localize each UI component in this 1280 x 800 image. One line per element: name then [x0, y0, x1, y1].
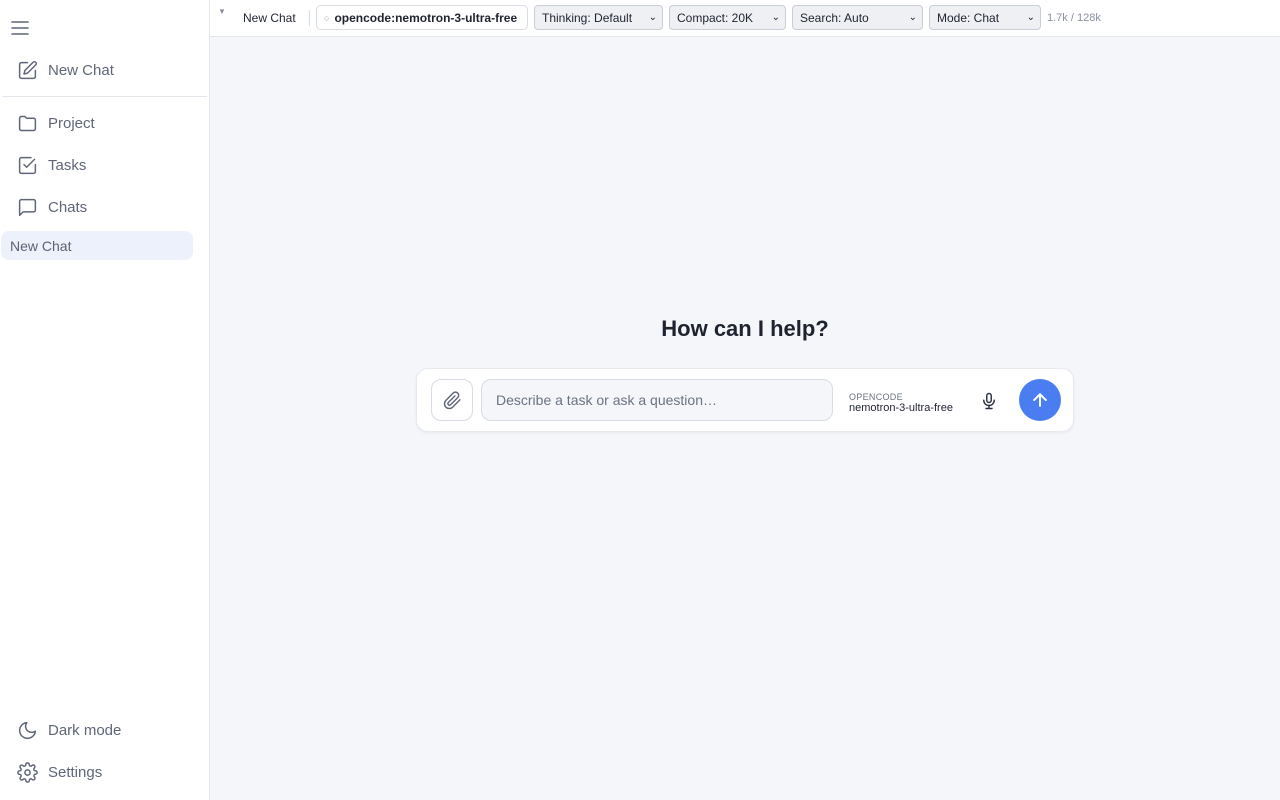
send-button[interactable]: [1019, 379, 1061, 421]
mode-value: Mode: Chat: [937, 10, 1000, 25]
sidebar: New Chat Project Tasks Chats New Chat Da…: [0, 0, 210, 800]
edit-icon: [18, 60, 37, 79]
model-selector[interactable]: ○ opencode:nemotron-3-ultra-free: [316, 5, 528, 30]
sidebar-item-label: Project: [48, 114, 95, 132]
sidebar-item-label: Tasks: [48, 156, 87, 174]
compact-value: Compact: 20K: [677, 10, 754, 25]
mode-select[interactable]: Mode: Chat ⌄: [929, 5, 1041, 30]
dark-mode-toggle[interactable]: Dark mode: [17, 718, 197, 742]
chat-bubble-icon: [18, 198, 37, 216]
sidebar-item-project[interactable]: Project: [17, 111, 197, 135]
check-square-icon: [18, 156, 37, 174]
search-value: Search: Auto: [800, 10, 869, 25]
new-chat-button[interactable]: New Chat: [17, 58, 197, 82]
chat-list-item-label: New Chat: [10, 237, 72, 254]
microphone-icon: [983, 392, 995, 410]
composer-model-label[interactable]: OPENCODE nemotron-3-ultra-free: [849, 392, 953, 415]
thinking-value: Thinking: Default: [542, 10, 633, 25]
thinking-select[interactable]: Thinking: Default ⌄: [534, 5, 663, 30]
composer: OPENCODE nemotron-3-ultra-free: [416, 368, 1074, 432]
compact-select[interactable]: Compact: 20K ⌄: [669, 5, 786, 30]
page-title: How can I help?: [661, 316, 829, 341]
dark-mode-label: Dark mode: [48, 721, 122, 739]
prompt-input[interactable]: [481, 379, 833, 421]
search-select[interactable]: Search: Auto ⌄: [792, 5, 923, 30]
token-usage: 1.7k / 128k: [1047, 12, 1101, 24]
caret-down-icon[interactable]: ▼: [218, 7, 226, 16]
app-window: New Chat Project Tasks Chats New Chat Da…: [0, 0, 1280, 800]
gear-icon: [17, 761, 38, 783]
provider-name: OPENCODE: [849, 392, 903, 402]
toolbar-divider: [309, 10, 310, 26]
sidebar-item-label: Chats: [48, 198, 88, 216]
settings-button[interactable]: Settings: [17, 760, 197, 784]
chevron-down-icon: ⌄: [648, 12, 657, 23]
arrow-up-icon: [1033, 393, 1047, 407]
chat-list-item[interactable]: New Chat: [1, 231, 193, 260]
top-toolbar: ▼ New Chat ○ opencode:nemotron-3-ultra-f…: [210, 0, 1280, 37]
microphone-button[interactable]: [975, 388, 1003, 414]
sidebar-item-tasks[interactable]: Tasks: [17, 153, 197, 177]
new-chat-label: New Chat: [48, 61, 114, 79]
menu-icon[interactable]: [10, 18, 30, 38]
moon-icon: [18, 721, 37, 739]
chevron-down-icon: ⌄: [1026, 12, 1035, 23]
settings-label: Settings: [48, 763, 103, 781]
paperclip-icon: [443, 390, 461, 409]
folder-icon: [18, 115, 37, 131]
attach-button[interactable]: [431, 379, 473, 421]
chat-title[interactable]: New Chat: [243, 11, 296, 25]
model-name: opencode:nemotron-3-ultra-free: [334, 10, 518, 25]
chevron-down-icon: ⌄: [771, 12, 780, 23]
sidebar-item-chats[interactable]: Chats: [17, 195, 197, 219]
sidebar-divider: [2, 96, 207, 97]
main-area: ▼ New Chat ○ opencode:nemotron-3-ultra-f…: [210, 0, 1280, 800]
composer-model-name: nemotron-3-ultra-free: [849, 402, 953, 415]
chevron-down-icon: ⌄: [908, 12, 917, 23]
status-indicator-icon: ○: [324, 12, 330, 23]
